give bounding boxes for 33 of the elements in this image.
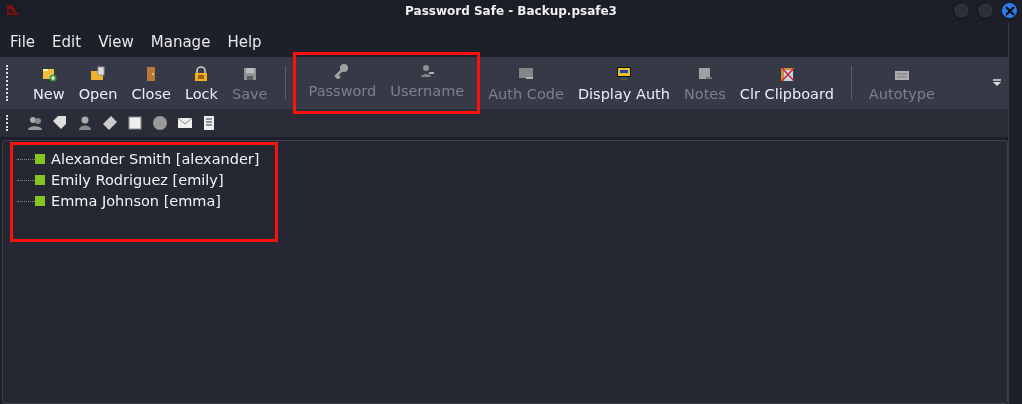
toolbar-button[interactable]: Close — [124, 64, 178, 102]
window-title: Password Safe - Backup.psafe3 — [405, 4, 617, 18]
close-button[interactable] — [1001, 2, 1018, 19]
entry-icon — [35, 196, 45, 206]
menu-item[interactable]: File — [10, 32, 36, 51]
window-icon[interactable] — [127, 115, 143, 131]
new-file-icon — [40, 66, 57, 82]
toolbar-button[interactable]: Clr Clipboard — [732, 64, 841, 102]
entry-icon — [35, 175, 45, 185]
toolbar-button[interactable]: Lock — [177, 64, 225, 102]
menu-item[interactable]: Manage — [150, 32, 211, 51]
tree-item[interactable]: Alexander Smith [alexander] — [51, 151, 260, 167]
tag-icon[interactable] — [52, 115, 68, 131]
monitor-icon — [615, 66, 632, 82]
menu-item[interactable]: View — [98, 32, 134, 51]
app-logo-icon — [6, 4, 20, 16]
open-folder-icon — [90, 66, 106, 82]
tree-item[interactable]: Emily Rodriguez [emily] — [51, 172, 224, 188]
entry-icon — [35, 154, 45, 164]
toolbar-button[interactable]: Open — [71, 64, 125, 102]
toolbar-grip[interactable] — [6, 65, 10, 101]
person-icon[interactable] — [77, 115, 93, 131]
menu-item[interactable]: Help — [227, 32, 262, 51]
overflow-arrow-icon[interactable] — [992, 79, 1002, 87]
menu-item[interactable]: Edit — [52, 32, 82, 51]
clipboard-cross-icon — [778, 66, 795, 82]
people-icon[interactable] — [27, 115, 43, 131]
tree-item[interactable]: Emma Johnson [emma] — [51, 193, 222, 209]
envelope-icon[interactable] — [177, 115, 193, 131]
toolbar-button[interactable]: New — [26, 64, 72, 102]
padlock-icon — [193, 66, 210, 82]
toolbar-grip[interactable] — [6, 115, 10, 131]
toolbar-button[interactable]: Display Auth — [570, 64, 677, 102]
